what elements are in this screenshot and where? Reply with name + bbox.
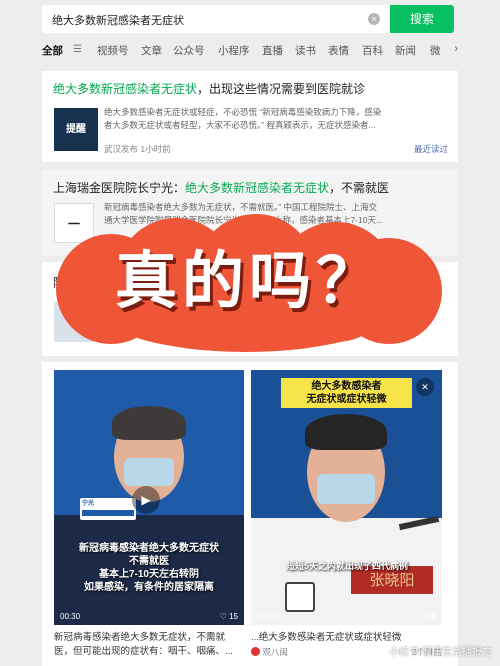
- hair: [112, 406, 186, 440]
- result-snippet: 绝大多数感染者无症状或轻症，不必恐慌 “新冠病毒感染致病力下降，感染 者大多数无…: [104, 107, 382, 130]
- search-result-article[interactable]: 绝大多数新冠感染者无症状，出现这些情况需要到医院就诊 提醒 绝大多数感染者无症状…: [42, 71, 458, 162]
- tab-stickers[interactable]: 表情: [328, 43, 349, 58]
- play-icon[interactable]: ▶: [132, 486, 160, 514]
- search-tabs: 全部 ☰ 视频号 文章 公众号 小程序 直播 读书 表情 百科 新闻 微 ›: [42, 43, 458, 61]
- recently-read-badge: 最近读过: [413, 144, 448, 154]
- hair: [305, 414, 387, 450]
- result-thumbnail[interactable]: 提醒: [54, 108, 98, 151]
- tab-all[interactable]: 全部: [42, 43, 63, 58]
- tab-miniprogram[interactable]: 小程序: [218, 43, 250, 58]
- video-thumbnail-1[interactable]: 宁光 ▶ 新冠病毒感染者绝大多数无症状 不需就医 基本上7-10天左右转阴 如果…: [54, 370, 244, 625]
- channel-avatar: [251, 647, 260, 656]
- video-banner: 绝大多数感染者 无症状或症状轻微: [281, 378, 412, 408]
- tab-news[interactable]: 新闻: [395, 43, 416, 58]
- mute-icon[interactable]: ✕: [416, 378, 434, 396]
- close-icon[interactable]: ×: [368, 13, 380, 25]
- like-count: ♡ 15: [219, 612, 238, 621]
- video-thumbnail-2[interactable]: 绝大多数感染者 无症状或症状轻微 ✕ 张晓阳 短短5天之内就出现了四代病例 00…: [251, 370, 442, 625]
- face-mask: [317, 474, 375, 504]
- search-button[interactable]: 搜索: [390, 5, 454, 33]
- tab-accounts[interactable]: 公众号: [173, 43, 205, 58]
- top-search-bar: 绝大多数新冠感染者无症状 × 搜索: [0, 0, 500, 40]
- video-description-1[interactable]: 新冠病毒感染者绝大多数无症状，不需就 医，但可能出现的症状有：咽干、咽痛、...: [54, 631, 244, 659]
- video-caption: 新冠病毒感染者绝大多数无症状 不需就医 基本上7-10天左右转阴 如果感染，有条…: [79, 543, 219, 593]
- tab-video[interactable]: 视频号: [97, 43, 129, 58]
- watermark: 小红书 健康生活播报方: [389, 647, 492, 658]
- overlay-text: 真的吗？: [114, 244, 383, 317]
- tab-wiki[interactable]: 百科: [362, 43, 383, 58]
- overlay-banner: 真的吗？: [56, 212, 442, 352]
- result-title[interactable]: 上海瑞金医院院长宁光：绝大多数新冠感染者无症状，不需就医: [53, 180, 389, 196]
- name-tag: 宁光: [80, 498, 136, 520]
- tab-articles[interactable]: 文章: [141, 43, 162, 58]
- search-query[interactable]: 绝大多数新冠感染者无症状: [52, 12, 184, 28]
- mug: [285, 582, 315, 612]
- result-source: 武汉发布 1小时前: [104, 144, 171, 154]
- tab-books[interactable]: 读书: [295, 43, 316, 58]
- filter-icon[interactable]: ☰: [73, 44, 83, 55]
- tab-more[interactable]: 微: [430, 43, 441, 58]
- video-duration: 00:30: [60, 612, 81, 621]
- search-input[interactable]: 绝大多数新冠感染者无症状 ×: [42, 5, 390, 33]
- tab-live[interactable]: 直播: [262, 43, 283, 58]
- face-mask: [124, 458, 174, 486]
- chevron-right-icon[interactable]: ›: [454, 43, 458, 55]
- result-title[interactable]: 绝大多数新冠感染者无症状，出现这些情况需要到医院就诊: [53, 81, 365, 97]
- like-count: ♡ 58: [417, 612, 436, 621]
- video-subtitle: 短短5天之内就出现了四代病例: [285, 561, 408, 571]
- video-duration: 00:30: [257, 612, 278, 621]
